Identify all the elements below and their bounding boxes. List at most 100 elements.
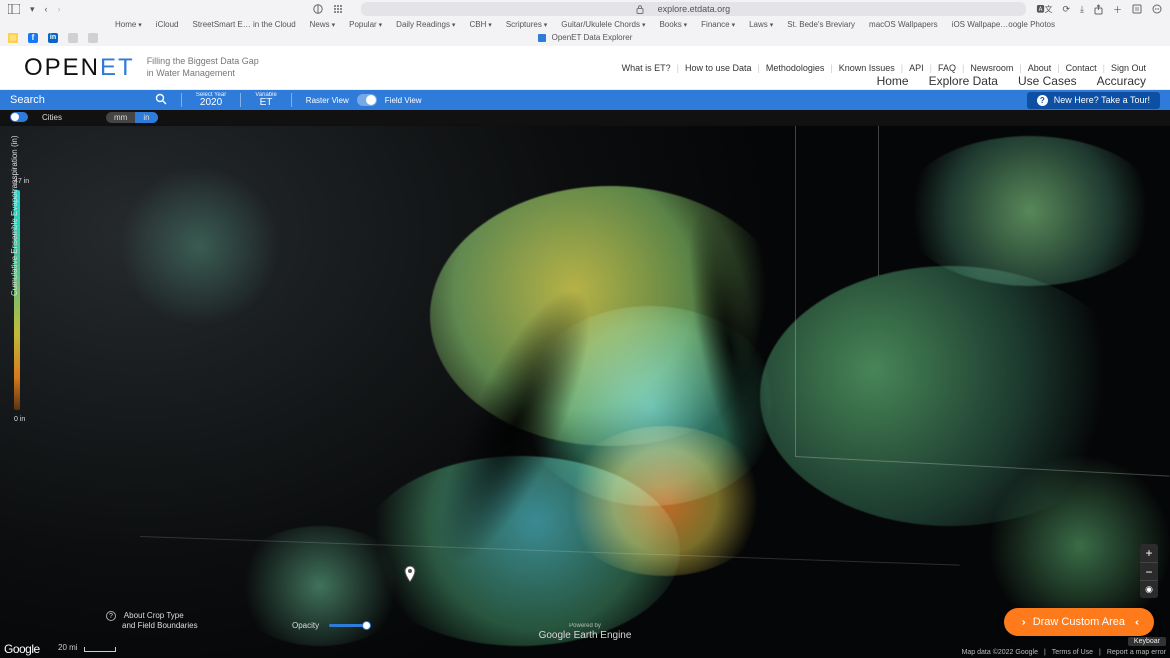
search-group: Search (10, 93, 167, 107)
bookmark-item[interactable]: CBH (469, 20, 491, 29)
bookmark-item[interactable]: Popular (349, 20, 382, 29)
nav-item[interactable]: Accuracy (1097, 74, 1146, 88)
attrib-report[interactable]: Report a map error (1107, 649, 1166, 656)
chevron-right-icon: ››› (1022, 617, 1023, 628)
bookmark-item[interactable]: News (310, 20, 335, 29)
cities-label: Cities (42, 113, 62, 122)
unit-in[interactable]: in (135, 112, 157, 123)
google-logo: Google (4, 642, 40, 656)
sub-bar: Cities mm in (0, 110, 1170, 124)
legend-min: 0 in (14, 416, 25, 423)
bookmark-item[interactable]: Daily Readings (396, 20, 455, 29)
attrib-terms[interactable]: Terms of Use (1052, 649, 1093, 656)
top-link[interactable]: API (909, 63, 924, 73)
back-icon[interactable]: ‹ (45, 4, 48, 14)
tour-label: New Here? Take a Tour! (1054, 95, 1150, 105)
url-text: explore.etdata.org (658, 4, 731, 14)
variable-select[interactable]: Variable ET (255, 92, 277, 109)
map-canvas[interactable]: 47 in 0 in Cumulative Ensemble Evapotran… (0, 126, 1170, 658)
facebook-icon[interactable]: f (28, 33, 38, 43)
switch-icon[interactable] (357, 94, 377, 106)
tagline-line2: in Water Management (147, 68, 235, 78)
bookmark-item[interactable]: Guitar/Ukulele Chords (561, 20, 645, 29)
overflow-icon[interactable] (1152, 4, 1162, 14)
unit-toggle[interactable]: mm in (106, 112, 158, 123)
top-link[interactable]: Contact (1066, 63, 1097, 73)
help-icon: ? (106, 611, 116, 621)
gee-credit: Powered by Google Earth Engine (539, 623, 632, 642)
share-icon[interactable] (1094, 4, 1103, 15)
forward-icon[interactable]: › (58, 4, 61, 14)
chevron-down-icon[interactable]: ▾ (30, 4, 35, 15)
nav-item[interactable]: Explore Data (929, 74, 998, 88)
raster-label: Raster View (306, 96, 349, 105)
top-link[interactable]: FAQ (938, 63, 956, 73)
tab-title[interactable]: OpenET Data Explorer (552, 33, 633, 42)
bookmark-item[interactable]: Home (115, 20, 142, 29)
top-links: What is ET?|How to use Data|Methodologie… (622, 63, 1146, 73)
chevron-left-icon: ‹‹‹ (1135, 617, 1136, 628)
bookmark-item[interactable]: macOS Wallpapers (869, 20, 938, 29)
address-bar[interactable]: explore.etdata.org (361, 2, 1026, 16)
add-tab-icon[interactable]: ＋ (1113, 3, 1122, 16)
reload-icon[interactable]: ⟳ (1062, 4, 1070, 15)
top-link[interactable]: What is ET? (622, 63, 671, 73)
legend: 47 in 0 in Cumulative Ensemble Evapotran… (14, 184, 26, 432)
linkedin-icon[interactable]: in (48, 33, 58, 43)
logo-open: OPEN (24, 54, 100, 81)
draw-custom-area-button[interactable]: ››› Draw Custom Area ‹‹‹ (1004, 608, 1154, 636)
nav-item[interactable]: Home (877, 74, 909, 88)
help-icon: ? (1037, 95, 1048, 106)
bookmark-item[interactable]: iOS Wallpape…oogle Photos (952, 20, 1055, 29)
cities-toggle[interactable] (10, 112, 28, 122)
zoom-in-button[interactable]: + (1140, 544, 1158, 562)
draw-label: Draw Custom Area (1033, 616, 1125, 628)
zoom-out-button[interactable]: − (1140, 562, 1158, 580)
map-pin-icon[interactable] (404, 566, 416, 582)
bookmark-item[interactable]: iCloud (156, 20, 179, 29)
shield-icon[interactable] (313, 4, 323, 14)
logo[interactable]: OPENET (24, 54, 135, 82)
download-icon[interactable]: ⤓ (1080, 4, 1084, 15)
tagline: Filling the Biggest Data Gap in Water Ma… (147, 56, 259, 79)
fav-icon-grey1[interactable] (68, 33, 78, 43)
apps-icon[interactable] (333, 4, 343, 14)
locate-button[interactable]: ◉ (1140, 580, 1158, 598)
bookmark-item[interactable]: Scriptures (506, 20, 547, 29)
fav-icon[interactable] (8, 33, 18, 43)
bookmark-item[interactable]: St. Bede's Breviary (787, 20, 855, 29)
view-toggle[interactable]: Raster View Field View (306, 94, 422, 106)
opacity-slider[interactable]: Opacity (292, 621, 367, 630)
translate-icon[interactable]: 🅰︎文 (1036, 4, 1052, 15)
fav-icon-grey2[interactable] (88, 33, 98, 43)
browser-chrome: ▾ ‹ › explore.etdata.org 🅰︎文 ⟳ ⤓ ＋ (0, 0, 1170, 46)
bookmark-item[interactable]: Finance (701, 20, 735, 29)
bookmark-item[interactable]: Books (659, 20, 687, 29)
bookmark-item[interactable]: Laws (749, 20, 773, 29)
top-link[interactable]: Methodologies (766, 63, 825, 73)
top-link[interactable]: Newsroom (970, 63, 1013, 73)
top-link[interactable]: Sign Out (1111, 63, 1146, 73)
year-select[interactable]: Select Year 2020 (196, 92, 226, 109)
sidebar-icon[interactable] (8, 4, 20, 14)
scale-bar: 20 mi (58, 643, 116, 652)
tabs-icon[interactable] (1132, 4, 1142, 14)
search-label: Search (10, 94, 45, 106)
search-icon[interactable] (155, 93, 167, 107)
zoom-controls: + − ◉ (1140, 544, 1158, 598)
control-bar: Search Select Year 2020 Variable ET Rast… (0, 90, 1170, 110)
top-link[interactable]: How to use Data (685, 63, 752, 73)
field-label: Field View (385, 96, 422, 105)
top-link[interactable]: About (1028, 63, 1052, 73)
about-crop-link[interactable]: ? About Crop Type and Field Boundaries (106, 611, 198, 630)
tagline-line1: Filling the Biggest Data Gap (147, 56, 259, 66)
bookmark-item[interactable]: StreetSmart E… in the Cloud (192, 20, 295, 29)
unit-mm[interactable]: mm (106, 112, 135, 123)
bookmarks-bar: Home iCloud StreetSmart E… in the Cloud New… (0, 18, 1170, 33)
lock-icon (636, 5, 644, 14)
tour-button[interactable]: ? New Here? Take a Tour! (1027, 92, 1160, 109)
attrib-data: Map data ©2022 Google (962, 649, 1038, 656)
nav-item[interactable]: Use Cases (1018, 74, 1077, 88)
main-nav: Home Explore Data Use Cases Accuracy (877, 74, 1146, 88)
top-link[interactable]: Known Issues (839, 63, 895, 73)
